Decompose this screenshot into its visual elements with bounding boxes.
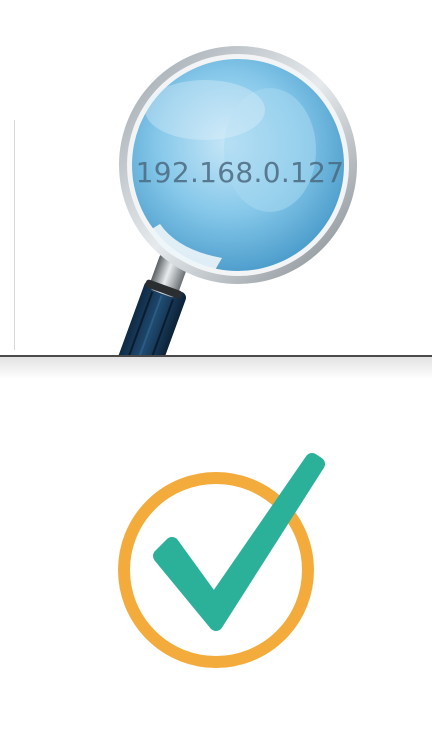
status-area xyxy=(0,380,432,736)
ip-address-text: 192.168.0.127 xyxy=(135,156,345,189)
divider-shadow xyxy=(0,357,432,379)
checkmark-circle-icon xyxy=(118,453,325,668)
lookup-panel: 192.168.0.127 xyxy=(0,0,432,356)
